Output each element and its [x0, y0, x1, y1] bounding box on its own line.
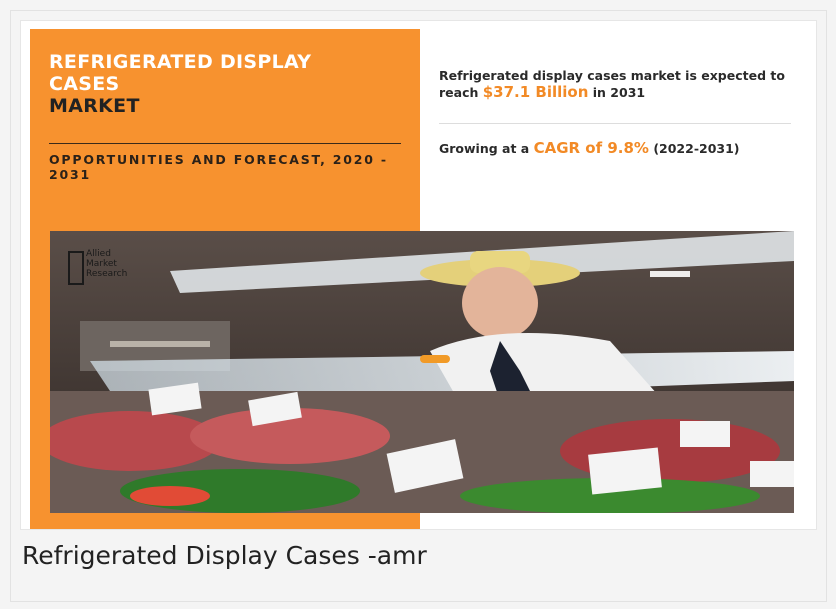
logo-line-1: Allied [86, 249, 111, 259]
title-line-2: CASES [49, 73, 120, 95]
market-size-statement: Refrigerated display cases market is exp… [439, 67, 799, 101]
title-line-1: REFRIGERATED DISPLAY [49, 51, 312, 73]
stat2-prefix: Growing at a [439, 141, 530, 156]
infographic-subtitle: OPPORTUNITIES AND FORECAST, 2020 - 2031 [49, 152, 388, 182]
cagr-value: CAGR of 9.8% [533, 139, 649, 157]
market-size-value: $37.1 Billion [482, 83, 589, 101]
stats-divider [439, 123, 791, 124]
stat2-suffix: (2022-2031) [653, 141, 740, 156]
logo-line-3: Research [86, 269, 128, 279]
image-caption: Refrigerated Display Cases -amr [22, 541, 427, 570]
title-line-3: MARKET [49, 95, 140, 117]
infographic: REFRIGERATED DISPLAY CASES MARKET OPPORT… [20, 20, 817, 530]
logo-mark-icon [68, 251, 84, 285]
cagr-statement: Growing at a CAGR of 9.8% (2022-2031) [439, 139, 799, 158]
infographic-title: REFRIGERATED DISPLAY CASES MARKET [49, 51, 389, 117]
photo-illustration [50, 231, 794, 513]
logo-line-2: Market [86, 259, 117, 269]
butcher-display-case-photo: Allied Market Research [50, 231, 794, 513]
title-divider [49, 143, 401, 144]
allied-market-research-logo: Allied Market Research [68, 249, 148, 289]
logo-text: Allied Market Research [86, 249, 156, 279]
stat1-suffix: in 2031 [592, 85, 646, 100]
